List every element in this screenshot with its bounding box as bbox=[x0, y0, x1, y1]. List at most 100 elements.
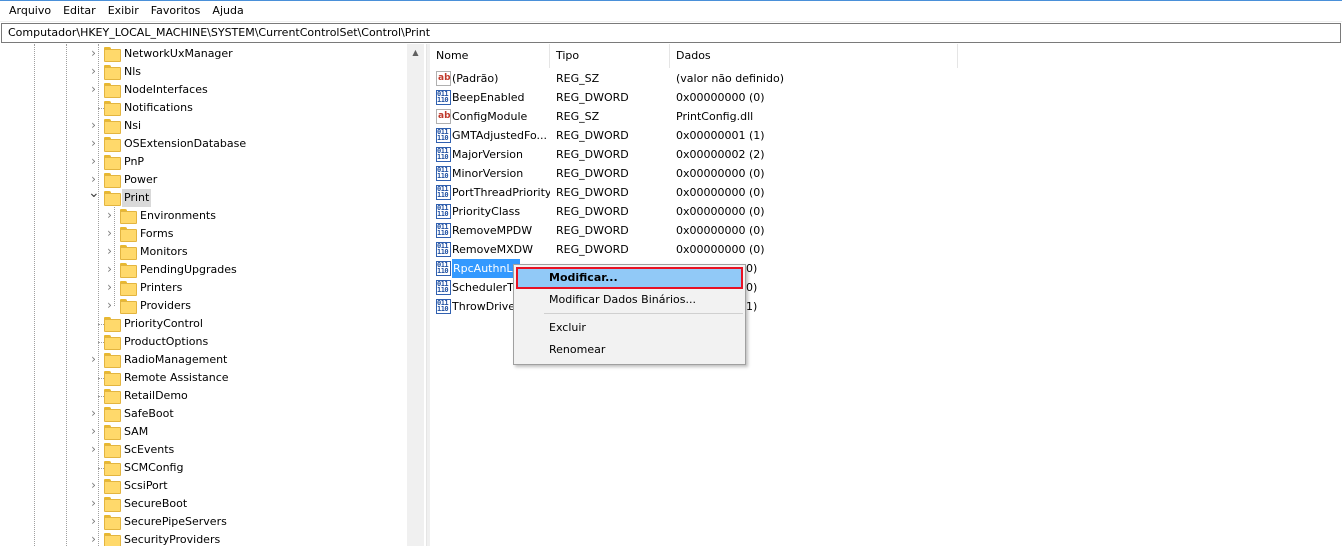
chevron-right-icon[interactable]: › bbox=[104, 245, 115, 257]
chevron-right-icon[interactable]: › bbox=[88, 83, 99, 95]
chevron-right-icon[interactable]: › bbox=[88, 119, 99, 131]
chevron-right-icon[interactable]: › bbox=[88, 353, 99, 365]
chevron-right-icon[interactable]: › bbox=[88, 407, 99, 419]
tree-item[interactable]: › RadioManagement bbox=[0, 351, 410, 369]
chevron-right-icon[interactable]: › bbox=[88, 173, 99, 185]
chevron-right-icon[interactable]: › bbox=[88, 137, 99, 149]
address-bar[interactable]: Computador\HKEY_LOCAL_MACHINE\SYSTEM\Cur… bbox=[1, 23, 1341, 43]
tree-item[interactable]: RetailDemo bbox=[0, 387, 410, 405]
value-name: GMTAdjustedFo... bbox=[452, 129, 547, 142]
chevron-right-icon[interactable]: › bbox=[104, 227, 115, 239]
column-header-type[interactable]: Tipo bbox=[550, 44, 670, 68]
scroll-thumb[interactable] bbox=[409, 62, 422, 546]
folder-icon bbox=[104, 47, 121, 62]
chevron-right-icon[interactable]: › bbox=[88, 533, 99, 545]
value-icon-glyph: 011 110 bbox=[437, 147, 449, 161]
tree-item[interactable]: › Power bbox=[0, 171, 410, 189]
tree-item-label: RetailDemo bbox=[124, 389, 188, 402]
tree-item[interactable]: › PendingUpgrades bbox=[0, 261, 410, 279]
tree-item[interactable]: › NodeInterfaces bbox=[0, 81, 410, 99]
chevron-right-icon[interactable]: › bbox=[88, 515, 99, 527]
chevron-right-icon[interactable]: › bbox=[104, 281, 115, 293]
folder-icon bbox=[104, 515, 121, 530]
tree-item-label: SecurePipeServers bbox=[124, 515, 227, 528]
value-data: 0) bbox=[746, 281, 758, 294]
context-menu: Modificar... Modificar Dados Binários...… bbox=[513, 264, 746, 365]
chevron-right-icon[interactable]: › bbox=[88, 497, 99, 509]
menu-favoritos[interactable]: Favoritos bbox=[145, 2, 207, 20]
column-header-data[interactable]: Dados bbox=[670, 44, 958, 68]
tree-item[interactable]: ⌄ Print bbox=[0, 186, 410, 207]
value-type: REG_DWORD bbox=[556, 205, 629, 218]
chevron-right-icon[interactable]: › bbox=[88, 443, 99, 455]
value-type: REG_SZ bbox=[556, 72, 600, 85]
value-row[interactable]: 011 110 MajorVersion REG_DWORD 0x00000002 (2… bbox=[430, 145, 1342, 164]
tree-item[interactable]: › Nsi bbox=[0, 117, 410, 135]
tree-item-label: PriorityControl bbox=[124, 317, 203, 330]
tree-item-label: SecureBoot bbox=[124, 497, 188, 510]
value-row[interactable]: 011 110 GMTAdjustedFo... REG_DWORD 0x0000000… bbox=[430, 126, 1342, 145]
value-row[interactable]: ab (Padrão) REG_SZ (valor não definido) bbox=[430, 69, 1342, 88]
value-data: 0x00000000 (0) bbox=[676, 224, 765, 237]
context-menu-delete[interactable]: Excluir bbox=[516, 317, 743, 339]
tree-item[interactable]: › SafeBoot bbox=[0, 405, 410, 423]
tree-item[interactable]: › Nls bbox=[0, 63, 410, 81]
value-row[interactable]: 011 110 BeepEnabled REG_DWORD 0x00000000 (0) bbox=[430, 88, 1342, 107]
tree-item[interactable]: Remote Assistance bbox=[0, 369, 410, 387]
tree-item[interactable]: ProductOptions bbox=[0, 333, 410, 351]
chevron-right-icon[interactable]: › bbox=[88, 479, 99, 491]
tree-item[interactable]: › Monitors bbox=[0, 243, 410, 261]
tree-item[interactable]: SCMConfig bbox=[0, 459, 410, 477]
chevron-right-icon[interactable]: › bbox=[104, 263, 115, 275]
chevron-right-icon[interactable]: › bbox=[88, 47, 99, 59]
chevron-right-icon[interactable]: › bbox=[88, 425, 99, 437]
scroll-up-arrow-icon[interactable]: ▲ bbox=[407, 44, 424, 61]
menu-exibir[interactable]: Exibir bbox=[102, 2, 145, 20]
tree-item[interactable]: › SecurityProviders bbox=[0, 531, 410, 546]
tree-item[interactable]: › Printers bbox=[0, 279, 410, 297]
chevron-down-icon[interactable]: ⌄ bbox=[88, 186, 100, 200]
tree-item[interactable]: Notifications bbox=[0, 99, 410, 117]
tree-item[interactable]: PriorityControl bbox=[0, 315, 410, 333]
registry-tree: › NetworkUxManager › Nls › NodeInterfaces Noti… bbox=[0, 44, 426, 546]
tree-item[interactable]: › SecureBoot bbox=[0, 495, 410, 513]
tree-item[interactable]: › Environments bbox=[0, 207, 410, 225]
tree-item[interactable]: › NetworkUxManager bbox=[0, 45, 410, 63]
tree-item[interactable]: › OSExtensionDatabase bbox=[0, 135, 410, 153]
tree-item[interactable]: › SecurePipeServers bbox=[0, 513, 410, 531]
folder-icon bbox=[120, 263, 137, 278]
chevron-right-icon[interactable]: › bbox=[88, 155, 99, 167]
menu-arquivo[interactable]: Arquivo bbox=[3, 2, 57, 20]
chevron-right-icon[interactable]: › bbox=[104, 209, 115, 221]
context-menu-rename[interactable]: Renomear bbox=[516, 339, 743, 361]
tree-item[interactable]: › ScsiPort bbox=[0, 477, 410, 495]
value-row[interactable]: 011 110 PriorityClass REG_DWORD 0x00000000 (… bbox=[430, 202, 1342, 221]
tree-item[interactable]: › ScEvents bbox=[0, 441, 410, 459]
context-menu-modify-binary[interactable]: Modificar Dados Binários... bbox=[516, 289, 743, 311]
tree-scrollbar[interactable]: ▲ bbox=[407, 44, 424, 546]
tree-item[interactable]: › Forms bbox=[0, 225, 410, 243]
context-menu-modify[interactable]: Modificar... bbox=[516, 267, 743, 289]
chevron-right-icon[interactable]: › bbox=[104, 299, 115, 311]
value-row[interactable]: 011 110 RemoveMPDW REG_DWORD 0x00000000 (0) bbox=[430, 221, 1342, 240]
tree-item-label: SecurityProviders bbox=[124, 533, 221, 546]
dword-value-icon: 011 110 bbox=[436, 261, 451, 276]
value-row[interactable]: 011 110 MinorVersion REG_DWORD 0x00000000 (0… bbox=[430, 164, 1342, 183]
value-row[interactable]: 011 110 RemoveMXDW REG_DWORD 0x00000000 (0) bbox=[430, 240, 1342, 259]
value-data: 0x00000000 (0) bbox=[676, 186, 765, 199]
tree-item[interactable]: › Providers bbox=[0, 297, 410, 315]
menu-editar[interactable]: Editar bbox=[57, 2, 102, 20]
value-type: REG_DWORD bbox=[556, 224, 629, 237]
column-header-name[interactable]: Nome bbox=[430, 44, 550, 68]
tree-item-label: ProductOptions bbox=[124, 335, 209, 348]
value-row[interactable]: 011 110 PortThreadPriority REG_DWORD 0x00000… bbox=[430, 183, 1342, 202]
folder-icon bbox=[104, 101, 121, 116]
dword-value-icon: 011 110 bbox=[436, 242, 451, 257]
tree-item-label: Environments bbox=[140, 209, 216, 222]
value-icon-glyph: 011 110 bbox=[437, 223, 449, 237]
menu-ajuda[interactable]: Ajuda bbox=[206, 2, 249, 20]
value-row[interactable]: ab ConfigModule REG_SZ PrintConfig.dll bbox=[430, 107, 1342, 126]
tree-item[interactable]: › SAM bbox=[0, 423, 410, 441]
chevron-right-icon[interactable]: › bbox=[88, 65, 99, 77]
tree-item[interactable]: › PnP bbox=[0, 153, 410, 171]
